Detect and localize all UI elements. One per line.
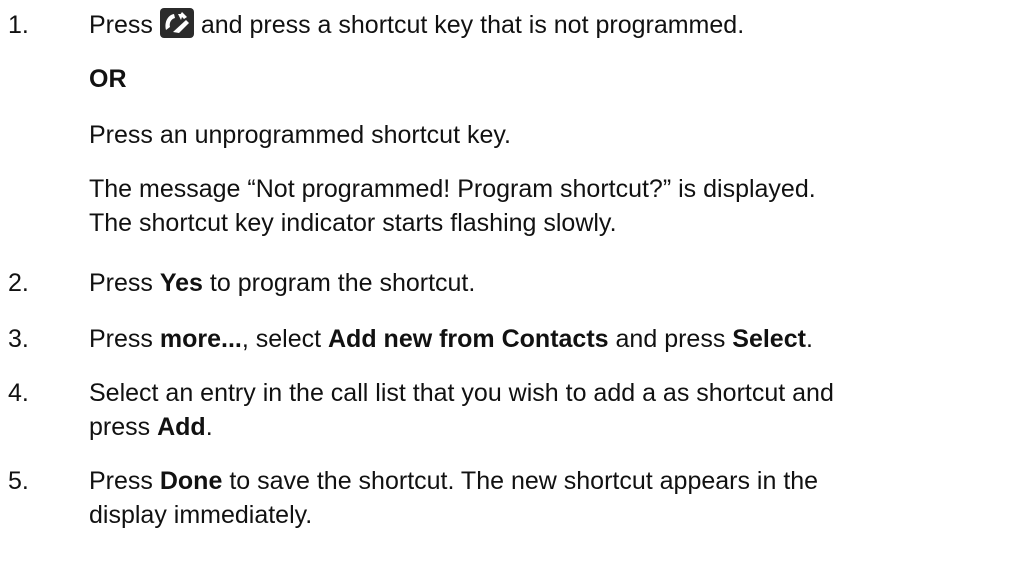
select-softkey-label: Select [732,325,806,353]
step-text: to save the shortcut. The new shortcut a… [229,467,819,495]
step-text: Press [89,467,153,495]
step-number: 5. [8,467,29,495]
instruction-document: 1. Press and press a shortcut key that i… [0,0,1018,572]
or-label: OR [89,65,127,93]
more-softkey-label: more... [159,325,242,353]
step-text: press [89,413,151,441]
step-4-text: Select an entry in the call list that yo… [89,376,1009,444]
add-new-from-contacts-label: Add new from Contacts [328,325,609,353]
message-line-2: The shortcut key indicator starts flashi… [89,209,617,237]
step-2-text: Press Yes to program the shortcut. [89,266,1009,300]
message-info: The message “Not programmed! Program sho… [89,172,1009,240]
step-number: 2. [8,269,29,297]
step-text: Press [89,11,153,39]
step-text: , select [241,325,322,353]
step-text: Press [89,269,153,297]
step-text: display immediately. [89,501,313,529]
done-softkey-label: Done [159,467,223,495]
step-number: 3. [8,325,29,353]
message-line-1: The message “Not programmed! Program sho… [89,175,816,203]
step-number: 1. [8,11,29,39]
step-text: to program the shortcut. [209,269,476,297]
step-number: 4. [8,379,29,407]
yes-softkey-label: Yes [159,269,203,297]
alternative-text: Press an unprogrammed shortcut key. [89,121,511,149]
step-5-text: Press Done to save the shortcut. The new… [89,464,1009,532]
step-text: Select an entry in the call list that yo… [89,379,834,407]
step-text: . [805,325,813,353]
step-text: . [205,413,213,441]
add-softkey-label: Add [157,413,206,441]
step-3-text: Press more..., select Add new from Conta… [89,322,1009,356]
speed-dial-hand-icon [159,8,194,38]
step-text: and press a shortcut key that is not pro… [200,11,745,39]
step-1-main-line: Press and press a shortcut key that is n… [89,8,1009,42]
step-text: and press [615,325,726,353]
step-text: Press [89,325,153,353]
